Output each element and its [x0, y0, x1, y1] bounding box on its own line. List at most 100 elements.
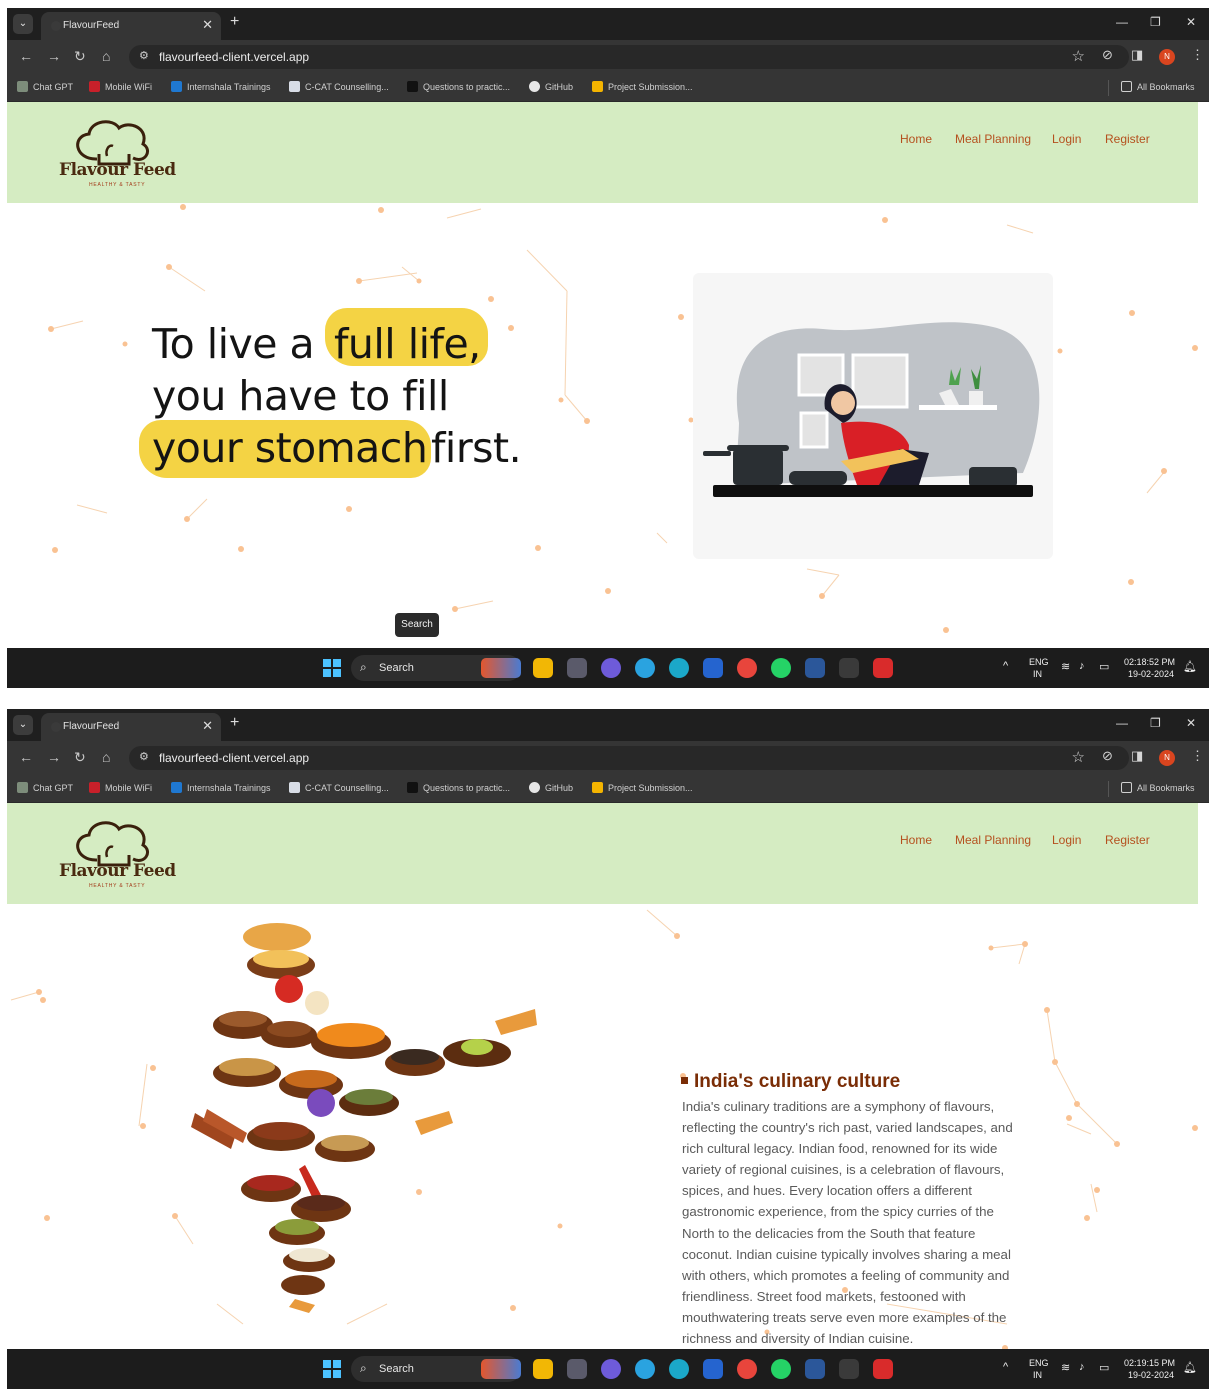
volume-icon[interactable]: ♪ — [1079, 1361, 1085, 1373]
close-window-icon[interactable]: ✕ — [1186, 716, 1196, 730]
extensions-icon[interactable]: ⊘ — [1102, 748, 1113, 764]
brand-name[interactable]: Flavour Feed — [59, 160, 176, 180]
minimize-icon[interactable]: — — [1116, 15, 1128, 29]
wifi-status-icon[interactable]: ≋ — [1061, 660, 1070, 673]
extensions-icon[interactable]: ⊘ — [1102, 47, 1113, 63]
forward-icon[interactable]: → — [47, 749, 61, 765]
file-explorer-icon[interactable] — [533, 1359, 553, 1379]
widget-icon[interactable] — [481, 658, 521, 678]
telegram-icon[interactable] — [635, 1359, 655, 1379]
close-tab-icon[interactable]: ✕ — [202, 17, 213, 33]
profile-avatar[interactable]: N — [1159, 750, 1175, 766]
camera-icon[interactable] — [567, 658, 587, 678]
windows-start-icon[interactable] — [323, 1360, 341, 1378]
battery-icon[interactable]: ▭ — [1099, 660, 1109, 673]
bookmark-internshala[interactable]: Internshala Trainings — [171, 782, 271, 793]
tab-flavourfeed[interactable]: FlavourFeed ✕ — [41, 713, 221, 741]
notification-bell-icon[interactable]: 🔔︎ — [1183, 1361, 1197, 1374]
bookmark-questions[interactable]: Questions to practic... — [407, 782, 510, 793]
side-panel-icon[interactable]: ◨ — [1131, 748, 1143, 764]
new-tab-icon[interactable]: + — [230, 13, 239, 31]
nav-login[interactable]: Login — [1052, 833, 1081, 847]
app-bolt-icon[interactable] — [839, 1359, 859, 1379]
side-panel-icon[interactable]: ◨ — [1131, 47, 1143, 63]
todo-icon[interactable] — [703, 1359, 723, 1379]
bookmark-github[interactable]: GitHub — [529, 81, 573, 92]
address-bar[interactable]: ⚙ flavourfeed-client.vercel.app ☆ — [129, 746, 1129, 770]
clock-time[interactable]: 02:18:52 PM — [1124, 657, 1175, 667]
widget-icon[interactable] — [481, 1359, 521, 1379]
word-icon[interactable] — [805, 658, 825, 678]
reload-icon[interactable]: ↻ — [74, 749, 86, 766]
all-bookmarks[interactable]: All Bookmarks — [1121, 782, 1195, 793]
bookmark-project[interactable]: Project Submission... — [592, 81, 693, 92]
clock-time[interactable]: 02:19:15 PM — [1124, 1358, 1175, 1368]
tab-search-icon[interactable]: ⌄ — [13, 715, 33, 735]
bookmark-star-icon[interactable]: ☆ — [1072, 748, 1085, 766]
telegram-icon[interactable] — [635, 658, 655, 678]
brand-name[interactable]: Flavour Feed — [59, 861, 176, 881]
all-bookmarks[interactable]: All Bookmarks — [1121, 81, 1195, 92]
address-bar[interactable]: ⚙ flavourfeed-client.vercel.app ☆ — [129, 45, 1129, 69]
acrobat-icon[interactable] — [873, 1359, 893, 1379]
bookmark-ccat[interactable]: C-CAT Counselling... — [289, 782, 389, 793]
restore-icon[interactable]: ❐ — [1150, 15, 1161, 29]
nav-home[interactable]: Home — [900, 833, 932, 847]
volume-icon[interactable]: ♪ — [1079, 660, 1085, 672]
copilot-icon[interactable] — [601, 1359, 621, 1379]
battery-icon[interactable]: ▭ — [1099, 1361, 1109, 1374]
tray-chevron-icon[interactable]: ^ — [1003, 1361, 1008, 1373]
acrobat-icon[interactable] — [873, 658, 893, 678]
tray-chevron-icon[interactable]: ^ — [1003, 660, 1008, 672]
whatsapp-icon[interactable] — [771, 658, 791, 678]
forward-icon[interactable]: → — [47, 48, 61, 64]
back-icon[interactable]: ← — [19, 749, 33, 765]
bookmark-questions[interactable]: Questions to practic... — [407, 81, 510, 92]
site-info-icon[interactable]: ⚙ — [139, 750, 149, 763]
home-icon[interactable]: ⌂ — [102, 749, 110, 765]
bookmark-chatgpt[interactable]: Chat GPT — [17, 81, 73, 92]
back-icon[interactable]: ← — [19, 48, 33, 64]
copilot-icon[interactable] — [601, 658, 621, 678]
reload-icon[interactable]: ↻ — [74, 48, 86, 65]
whatsapp-icon[interactable] — [771, 1359, 791, 1379]
nav-register[interactable]: Register — [1105, 132, 1150, 146]
chrome-icon[interactable] — [737, 658, 757, 678]
nav-register[interactable]: Register — [1105, 833, 1150, 847]
profile-avatar[interactable]: N — [1159, 49, 1175, 65]
new-tab-icon[interactable]: + — [230, 714, 239, 732]
bookmark-internshala[interactable]: Internshala Trainings — [171, 81, 271, 92]
menu-icon[interactable]: ⋮ — [1191, 47, 1204, 63]
menu-icon[interactable]: ⋮ — [1191, 748, 1204, 764]
edge-icon[interactable] — [669, 658, 689, 678]
close-tab-icon[interactable]: ✕ — [202, 718, 213, 734]
nav-meal-planning[interactable]: Meal Planning — [955, 833, 1031, 847]
bookmark-github[interactable]: GitHub — [529, 782, 573, 793]
nav-login[interactable]: Login — [1052, 132, 1081, 146]
bookmark-star-icon[interactable]: ☆ — [1072, 47, 1085, 65]
minimize-icon[interactable]: — — [1116, 716, 1128, 730]
windows-start-icon[interactable] — [323, 659, 341, 677]
language-label[interactable]: ENG — [1029, 1358, 1049, 1368]
bookmark-mobile-wifi[interactable]: Mobile WiFi — [89, 782, 152, 793]
file-explorer-icon[interactable] — [533, 658, 553, 678]
home-icon[interactable]: ⌂ — [102, 48, 110, 64]
notification-bell-icon[interactable]: 🔔︎ — [1183, 660, 1197, 673]
language-label[interactable]: ENG — [1029, 657, 1049, 667]
bookmark-project[interactable]: Project Submission... — [592, 782, 693, 793]
bookmark-ccat[interactable]: C-CAT Counselling... — [289, 81, 389, 92]
word-icon[interactable] — [805, 1359, 825, 1379]
app-bolt-icon[interactable] — [839, 658, 859, 678]
camera-icon[interactable] — [567, 1359, 587, 1379]
nav-home[interactable]: Home — [900, 132, 932, 146]
edge-icon[interactable] — [669, 1359, 689, 1379]
tab-search-icon[interactable]: ⌄ — [13, 14, 33, 34]
close-window-icon[interactable]: ✕ — [1186, 15, 1196, 29]
bookmark-chatgpt[interactable]: Chat GPT — [17, 782, 73, 793]
nav-meal-planning[interactable]: Meal Planning — [955, 132, 1031, 146]
tab-flavourfeed[interactable]: FlavourFeed ✕ — [41, 12, 221, 40]
wifi-status-icon[interactable]: ≋ — [1061, 1361, 1070, 1374]
bookmark-mobile-wifi[interactable]: Mobile WiFi — [89, 81, 152, 92]
chrome-icon[interactable] — [737, 1359, 757, 1379]
restore-icon[interactable]: ❐ — [1150, 716, 1161, 730]
